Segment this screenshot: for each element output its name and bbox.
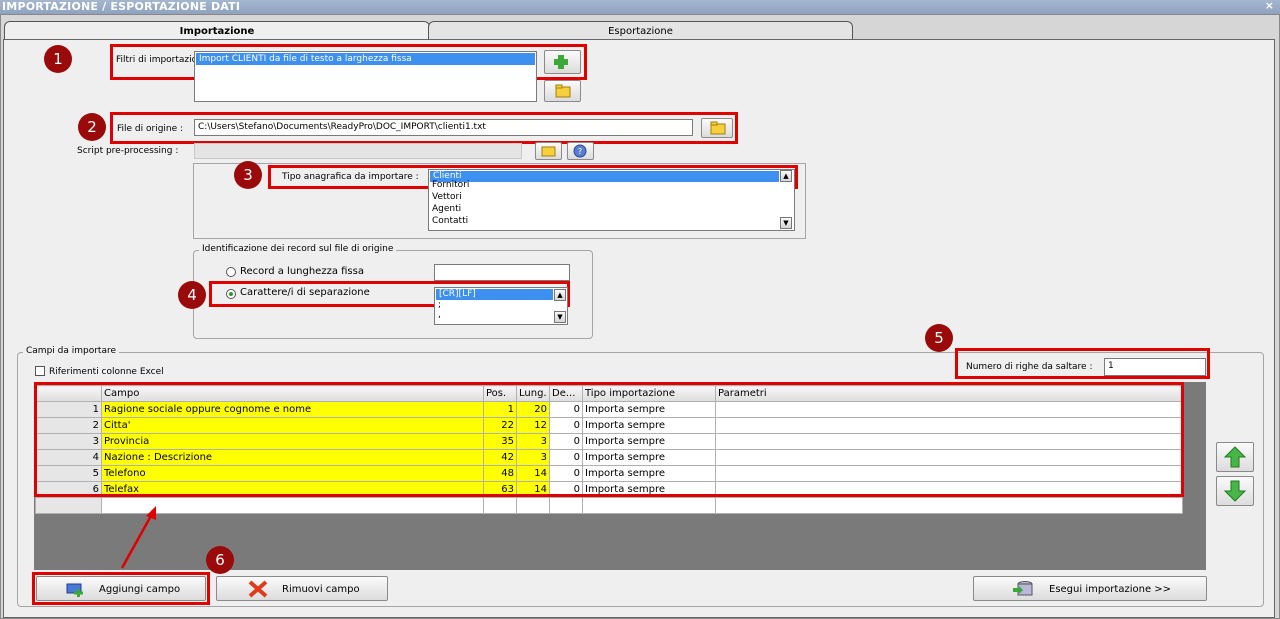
- badge-3: 3: [234, 161, 262, 189]
- add-filter-button[interactable]: [544, 50, 581, 74]
- cell-pos[interactable]: [483, 497, 517, 514]
- folder-icon: [541, 146, 556, 157]
- excel-refs-checkbox[interactable]: [35, 366, 45, 376]
- source-file-input[interactable]: C:\Users\Stefano\Documents\ReadyPro\DOC_…: [194, 119, 693, 136]
- scroll-down-icon[interactable]: ▼: [554, 311, 566, 323]
- fields-group-label: Campi da importare: [23, 346, 119, 356]
- filters-selected-item[interactable]: Import CLIENTI da file di testo a larghe…: [196, 53, 535, 65]
- row-number: [35, 497, 102, 514]
- cell-tipo[interactable]: [582, 497, 716, 514]
- separator-item[interactable]: ;: [435, 300, 567, 310]
- filters-list[interactable]: Import CLIENTI da file di testo a larghe…: [194, 51, 537, 102]
- remove-icon: [248, 580, 268, 598]
- folder-icon: [555, 84, 571, 98]
- script-label: Script pre-processing :: [77, 146, 179, 156]
- fixed-length-input[interactable]: [434, 264, 570, 281]
- folder-icon: [710, 121, 726, 135]
- badge-2: 2: [78, 113, 106, 141]
- registry-list[interactable]: Clienti Fornitori Vettori Agenti Contatt…: [428, 169, 795, 231]
- add-field-icon: [66, 583, 83, 597]
- scroll-up-icon[interactable]: ▲: [554, 289, 566, 301]
- move-down-button[interactable]: [1216, 476, 1254, 506]
- scroll-down-icon[interactable]: ▼: [780, 217, 792, 229]
- move-up-button[interactable]: [1216, 442, 1254, 472]
- badge-4: 4: [178, 281, 206, 309]
- scroll-up-icon[interactable]: ▲: [780, 170, 792, 182]
- registry-label: Tipo anagrafica da importare :: [282, 172, 419, 182]
- script-help-button[interactable]: ?: [567, 142, 594, 160]
- database-import-icon: [1013, 581, 1033, 596]
- table-row-empty[interactable]: [35, 497, 1183, 514]
- browse-script-button[interactable]: [535, 142, 562, 160]
- skip-rows-label: Numero di righe da saltare :: [966, 362, 1093, 372]
- run-import-button[interactable]: Esegui importazione >>: [973, 576, 1207, 601]
- title-bar: IMPORTAZIONE / ESPORTAZIONE DATI ×: [0, 0, 1280, 14]
- badge-6: 6: [206, 546, 234, 574]
- script-input[interactable]: [194, 143, 522, 159]
- separator-item[interactable]: ,: [435, 310, 567, 320]
- remove-field-label: Rimuovi campo: [282, 584, 360, 595]
- separator-selected-item[interactable]: [CR][LF]: [436, 289, 553, 300]
- radio-separator-label: Carattere/i di separazione: [240, 287, 370, 298]
- records-group-label: Identificazione dei record sul file di o…: [199, 244, 397, 254]
- radio-fixed-length[interactable]: [226, 267, 236, 277]
- badge-5: 5: [925, 324, 953, 352]
- skip-rows-input[interactable]: 1: [1104, 358, 1206, 376]
- registry-item[interactable]: Fornitori: [429, 179, 794, 191]
- source-file-label: File di origine :: [117, 124, 184, 134]
- highlight-box-grid: [34, 382, 1184, 497]
- help-icon: ?: [573, 144, 587, 158]
- add-field-label: Aggiungi campo: [99, 584, 181, 595]
- window-title: IMPORTAZIONE / ESPORTAZIONE DATI: [2, 0, 241, 13]
- badge-1: 1: [44, 45, 72, 73]
- close-icon[interactable]: ×: [1265, 0, 1274, 12]
- cell-param[interactable]: [715, 497, 1183, 514]
- run-import-label: Esegui importazione >>: [1049, 584, 1172, 595]
- add-field-button[interactable]: Aggiungi campo: [36, 576, 206, 601]
- registry-item[interactable]: Vettori: [429, 191, 794, 203]
- arrow-down-icon: [1223, 480, 1247, 502]
- annotation-arrow-icon: [120, 506, 156, 569]
- remove-field-button[interactable]: Rimuovi campo: [216, 576, 388, 601]
- arrow-up-icon: [1223, 446, 1247, 468]
- registry-item[interactable]: Contatti: [429, 215, 794, 227]
- browse-source-button[interactable]: [701, 118, 733, 138]
- open-filter-button[interactable]: [544, 80, 581, 102]
- cell-dec[interactable]: [549, 497, 583, 514]
- excel-refs-label: Riferimenti colonne Excel: [49, 367, 164, 377]
- radio-separator[interactable]: [226, 289, 236, 299]
- radio-fixed-length-label: Record a lunghezza fissa: [240, 266, 364, 277]
- plus-icon: [554, 55, 568, 69]
- svg-text:?: ?: [578, 147, 582, 156]
- registry-item[interactable]: Agenti: [429, 203, 794, 215]
- separator-list[interactable]: [CR][LF] ; ,: [434, 287, 568, 325]
- cell-lung[interactable]: [516, 497, 550, 514]
